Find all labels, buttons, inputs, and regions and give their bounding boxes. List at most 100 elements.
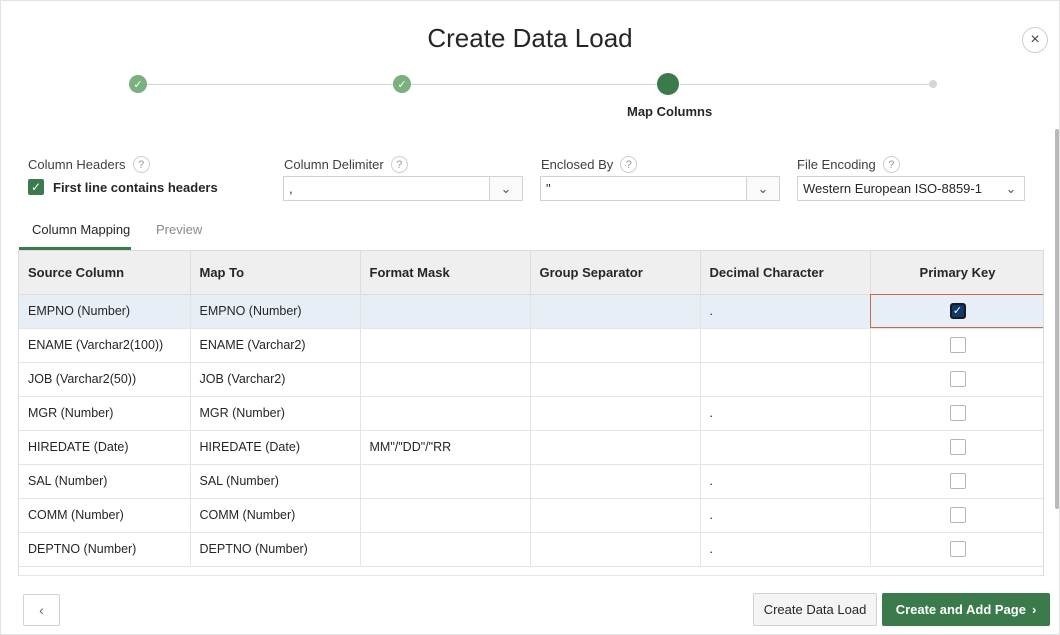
- cell-source-column[interactable]: MGR (Number): [19, 396, 191, 431]
- help-icon[interactable]: ?: [390, 156, 408, 173]
- chevron-down-icon[interactable]: ⌄: [489, 177, 522, 200]
- primary-key-checkbox[interactable]: [949, 439, 966, 455]
- help-icon[interactable]: ?: [882, 156, 900, 173]
- cell-decimal-character[interactable]: [700, 328, 871, 363]
- cell-format-mask[interactable]: [360, 498, 531, 533]
- table-row[interactable]: HIREDATE (Date) HIREDATE (Date) MM"/"DD"/"…: [19, 430, 1043, 465]
- cell-primary-key[interactable]: [870, 396, 1043, 431]
- column-delimiter-select[interactable]: , ⌄: [283, 176, 523, 201]
- create-and-add-page-label: Create and Add Page: [895, 602, 1026, 617]
- cell-format-mask[interactable]: MM"/"DD"/"RR: [360, 430, 531, 465]
- cell-source-column[interactable]: EMPNO (Number): [19, 294, 191, 329]
- cell-source-column[interactable]: ENAME (Varchar2(100)): [19, 328, 191, 363]
- primary-key-checkbox[interactable]: [949, 541, 966, 557]
- column-delimiter-text: Column Delimiter: [284, 157, 384, 172]
- checkbox-checked-icon[interactable]: ✓: [28, 179, 44, 195]
- tab-preview[interactable]: Preview: [156, 222, 202, 237]
- cell-group-separator[interactable]: [530, 294, 701, 329]
- table-row[interactable]: DEPTNO (Number) DEPTNO (Number).: [19, 532, 1043, 567]
- header-format-mask[interactable]: Format Mask: [360, 251, 531, 295]
- cell-group-separator[interactable]: [530, 430, 701, 465]
- cell-decimal-character[interactable]: .: [700, 396, 871, 431]
- cell-source-column[interactable]: JOB (Varchar2(50)): [19, 362, 191, 397]
- table-row[interactable]: SAL (Number) SAL (Number).: [19, 464, 1043, 499]
- dialog-scrollbar[interactable]: [1055, 129, 1059, 509]
- cell-map-to[interactable]: MGR (Number): [190, 396, 361, 431]
- cell-source-column[interactable]: HIREDATE (Date): [19, 430, 191, 465]
- cell-primary-key[interactable]: [870, 328, 1043, 363]
- cell-group-separator[interactable]: [530, 328, 701, 363]
- create-and-add-page-button[interactable]: Create and Add Page ›: [882, 593, 1050, 626]
- primary-key-checkbox[interactable]: [949, 371, 966, 387]
- primary-key-checkbox[interactable]: [949, 337, 966, 353]
- cell-map-to[interactable]: HIREDATE (Date): [190, 430, 361, 465]
- cell-group-separator[interactable]: [530, 464, 701, 499]
- cell-primary-key[interactable]: [870, 430, 1043, 465]
- file-encoding-text: File Encoding: [797, 157, 876, 172]
- chevron-left-icon: ‹: [39, 602, 44, 618]
- primary-key-checkbox[interactable]: [949, 473, 966, 489]
- cell-format-mask[interactable]: [360, 396, 531, 431]
- enclosed-by-label: Enclosed By ?: [541, 156, 638, 173]
- cell-format-mask[interactable]: [360, 532, 531, 567]
- cell-decimal-character[interactable]: .: [700, 464, 871, 499]
- wizard-connector-3: [680, 84, 930, 85]
- enclosed-by-select[interactable]: " ⌄: [540, 176, 780, 201]
- cell-decimal-character[interactable]: [700, 362, 871, 397]
- cell-group-separator[interactable]: [530, 498, 701, 533]
- table-row[interactable]: JOB (Varchar2(50)) JOB (Varchar2): [19, 362, 1043, 397]
- header-primary-key[interactable]: Primary Key: [870, 251, 1043, 295]
- wizard-current-step-label: Map Columns: [627, 104, 713, 119]
- table-row[interactable]: ENAME (Varchar2(100)) ENAME (Varchar2): [19, 328, 1043, 363]
- file-encoding-select[interactable]: Western European ISO-8859-1 ⌄: [797, 176, 1025, 201]
- cell-decimal-character[interactable]: .: [700, 294, 871, 329]
- cell-map-to[interactable]: JOB (Varchar2): [190, 362, 361, 397]
- header-group-separator[interactable]: Group Separator: [530, 251, 701, 295]
- cell-source-column[interactable]: COMM (Number): [19, 498, 191, 533]
- table-row[interactable]: COMM (Number) COMM (Number).: [19, 498, 1043, 533]
- cell-group-separator[interactable]: [530, 396, 701, 431]
- chevron-down-icon[interactable]: ⌄: [998, 181, 1024, 197]
- primary-key-checkbox[interactable]: ✓: [949, 303, 966, 319]
- cell-primary-key[interactable]: [870, 464, 1043, 499]
- header-source-column[interactable]: Source Column: [19, 251, 191, 295]
- cell-format-mask[interactable]: [360, 362, 531, 397]
- cell-primary-key[interactable]: ✓: [870, 294, 1043, 329]
- cell-map-to[interactable]: EMPNO (Number): [190, 294, 361, 329]
- cell-format-mask[interactable]: [360, 464, 531, 499]
- cell-source-column[interactable]: SAL (Number): [19, 464, 191, 499]
- cell-primary-key[interactable]: [870, 498, 1043, 533]
- help-icon[interactable]: ?: [132, 156, 150, 173]
- cell-map-to[interactable]: ENAME (Varchar2): [190, 328, 361, 363]
- enclosed-by-value[interactable]: ": [541, 181, 746, 196]
- primary-key-checkbox[interactable]: [949, 405, 966, 421]
- previous-button[interactable]: ‹: [23, 594, 60, 626]
- first-line-headers-checkbox[interactable]: ✓ First line contains headers: [28, 179, 218, 195]
- header-map-to[interactable]: Map To: [190, 251, 361, 295]
- cell-format-mask[interactable]: [360, 328, 531, 363]
- chevron-down-icon[interactable]: ⌄: [746, 177, 779, 200]
- header-decimal-character[interactable]: Decimal Character: [700, 251, 871, 295]
- cell-map-to[interactable]: SAL (Number): [190, 464, 361, 499]
- cell-group-separator[interactable]: [530, 362, 701, 397]
- close-button[interactable]: ×: [1022, 27, 1048, 53]
- cell-primary-key[interactable]: [870, 532, 1043, 567]
- table-row[interactable]: MGR (Number) MGR (Number).: [19, 396, 1043, 431]
- cell-source-column[interactable]: DEPTNO (Number): [19, 532, 191, 567]
- table-row[interactable]: EMPNO (Number) EMPNO (Number). ✓: [19, 294, 1043, 329]
- cell-group-separator[interactable]: [530, 532, 701, 567]
- create-data-load-button[interactable]: Create Data Load: [753, 593, 877, 626]
- cell-decimal-character[interactable]: .: [700, 532, 871, 567]
- enclosed-by-text: Enclosed By: [541, 157, 614, 172]
- cell-map-to[interactable]: COMM (Number): [190, 498, 361, 533]
- cell-primary-key[interactable]: [870, 362, 1043, 397]
- cell-map-to[interactable]: DEPTNO (Number): [190, 532, 361, 567]
- file-encoding-value[interactable]: Western European ISO-8859-1: [798, 181, 998, 196]
- cell-decimal-character[interactable]: [700, 430, 871, 465]
- primary-key-checkbox[interactable]: [949, 507, 966, 523]
- cell-decimal-character[interactable]: .: [700, 498, 871, 533]
- tab-column-mapping[interactable]: Column Mapping: [32, 222, 130, 237]
- column-delimiter-value[interactable]: ,: [284, 181, 489, 196]
- help-icon[interactable]: ?: [620, 156, 638, 173]
- cell-format-mask[interactable]: [360, 294, 531, 329]
